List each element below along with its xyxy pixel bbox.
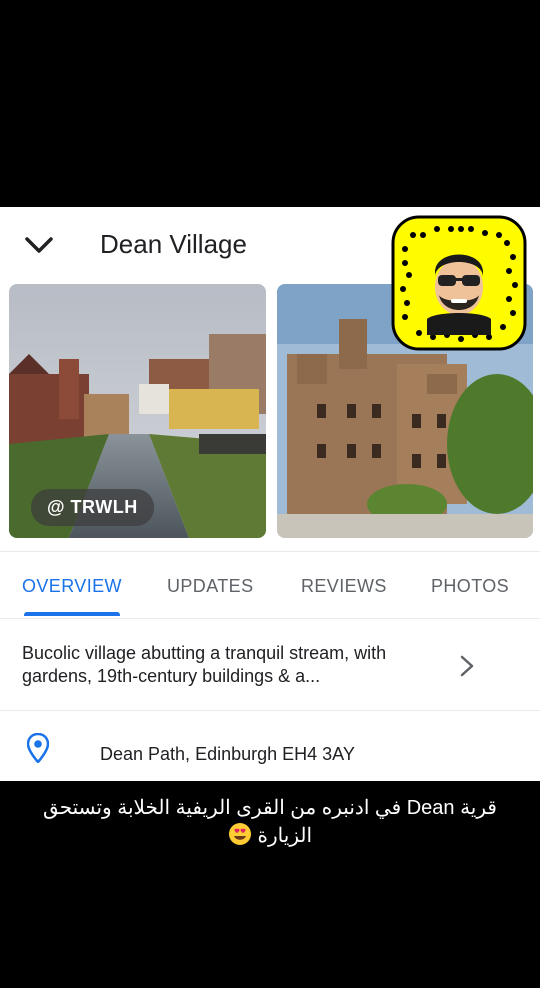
tab-overview[interactable]: OVERVIEW (22, 576, 122, 597)
active-tab-indicator (24, 612, 120, 616)
chevron-down-icon[interactable] (24, 235, 54, 255)
bitmoji-avatar (427, 254, 491, 335)
tab-reviews[interactable]: REVIEWS (301, 576, 387, 597)
place-photo-stream[interactable]: @ TRWLH (9, 284, 266, 538)
photo-credit-tag: @ TRWLH (31, 489, 154, 526)
description-text: Bucolic village abutting a tranquil stre… (22, 643, 387, 686)
location-pin-icon (27, 733, 49, 763)
heart-eyes-emoji-icon (228, 823, 251, 845)
tab-photos[interactable]: PHOTOS (431, 576, 509, 597)
tab-updates[interactable]: UPDATES (167, 576, 253, 597)
snapcode-badge[interactable] (391, 215, 527, 351)
tab-bar: OVERVIEW UPDATES REVIEWS PHOTOS (0, 551, 540, 619)
address-text: Dean Path, Edinburgh EH4 3AY (100, 744, 355, 764)
place-title: Dean Village (100, 229, 247, 259)
caption-text: قرية Dean في ادنبره من القرى الريفية الخ… (43, 797, 497, 847)
chevron-right-icon (460, 655, 474, 677)
address-row[interactable]: Dean Path, Edinburgh EH4 3AY (0, 711, 540, 781)
story-caption: قرية Dean في ادنبره من القرى الريفية الخ… (20, 795, 520, 850)
description-row[interactable]: Bucolic village abutting a tranquil stre… (0, 618, 540, 711)
